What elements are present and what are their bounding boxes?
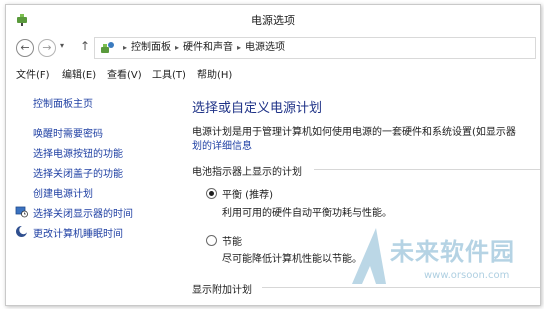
breadcrumb-separator-icon: ▸ [123, 43, 128, 52]
battery-meter-group-title: 电池指示器上显示的计划 [192, 167, 302, 178]
sidebar-item-create-plan[interactable]: 创建电源计划 [33, 185, 93, 200]
breadcrumb-control-panel[interactable]: 控制面板 [131, 42, 171, 53]
sidebar-item-power-button[interactable]: 选择电源按钮的功能 [33, 145, 123, 160]
breadcrumb-power-options[interactable]: 电源选项 [245, 42, 285, 53]
page-title: 选择或自定义电源计划 [192, 101, 323, 116]
sidebar-item-close-lid[interactable]: 选择关闭盖子的功能 [33, 165, 123, 180]
menu-tools[interactable]: 工具(T) [152, 66, 186, 81]
plan-balanced-description: 利用可用的硬件自动平衡功耗与性能。 [222, 208, 392, 219]
plan-power-saver-description: 尽可能降低计算机性能以节能。 [222, 254, 362, 265]
breadcrumb-hardware-sound[interactable]: 硬件和声音 [183, 42, 233, 53]
moon-icon [16, 225, 28, 237]
up-button[interactable]: ↑ [80, 39, 90, 53]
title-bar: 电源选项 [6, 5, 540, 33]
plan-balanced-name[interactable]: 平衡 (推荐) [222, 186, 273, 201]
navigation-row: ← → ▾ ↑ ▸ 控制面板 ▸ 硬件和声音 ▸ 电源选项 [6, 35, 540, 61]
back-button[interactable]: ← [16, 39, 34, 57]
main-content: 选择或自定义电源计划 电源计划是用于管理计算机如何使用电源的一套硬件和系统设置(… [192, 85, 540, 305]
sidebar-item-require-password[interactable]: 唤醒时需要密码 [33, 125, 103, 140]
menu-bar: 文件(F) 编辑(E) 查看(V) 工具(T) 帮助(H) [6, 63, 540, 83]
address-bar[interactable]: ▸ 控制面板 ▸ 硬件和声音 ▸ 电源选项 [94, 37, 536, 59]
breadcrumb: ▸ 控制面板 ▸ 硬件和声音 ▸ 电源选项 [119, 38, 285, 58]
sidebar-control-panel-home[interactable]: 控制面板主页 [33, 95, 93, 110]
plan-details-link[interactable]: 划的详细信息 [192, 137, 252, 152]
window-title: 电源选项 [251, 14, 295, 27]
sidebar-item-display-off-time[interactable]: 选择关闭显示器的时间 [33, 205, 133, 220]
sidebar: 控制面板主页 唤醒时需要密码 选择电源按钮的功能 选择关闭盖子的功能 创建电源计… [6, 85, 186, 305]
forward-button[interactable]: → [38, 39, 56, 57]
control-panel-icon [101, 42, 114, 53]
sidebar-item-sleep-time[interactable]: 更改计算机睡眠时间 [33, 225, 123, 240]
menu-view[interactable]: 查看(V) [107, 66, 142, 81]
group-divider [262, 287, 540, 288]
breadcrumb-separator-icon: ▸ [237, 43, 242, 52]
plan-description-text: 电源计划是用于管理计算机如何使用电源的一套硬件和系统设置(如显示器 [192, 127, 516, 138]
plan-balanced-radio[interactable] [206, 188, 217, 199]
plan-power-saver-name[interactable]: 节能 [222, 233, 242, 248]
plan-power-saver-radio[interactable] [206, 235, 217, 246]
group-divider [314, 169, 540, 170]
breadcrumb-separator-icon: ▸ [175, 43, 180, 52]
menu-edit[interactable]: 编辑(E) [62, 66, 96, 81]
recent-locations-chevron-icon[interactable]: ▾ [60, 41, 64, 50]
menu-file[interactable]: 文件(F) [16, 66, 50, 81]
power-options-window: 电源选项 ← → ▾ ↑ ▸ 控制面板 ▸ 硬件和声音 ▸ 电源选项 文件(F) 编辑(E… [5, 4, 541, 306]
monitor-clock-icon [15, 206, 28, 218]
show-additional-plans-toggle[interactable]: 显示附加计划 [192, 281, 252, 296]
menu-help[interactable]: 帮助(H) [197, 66, 232, 81]
